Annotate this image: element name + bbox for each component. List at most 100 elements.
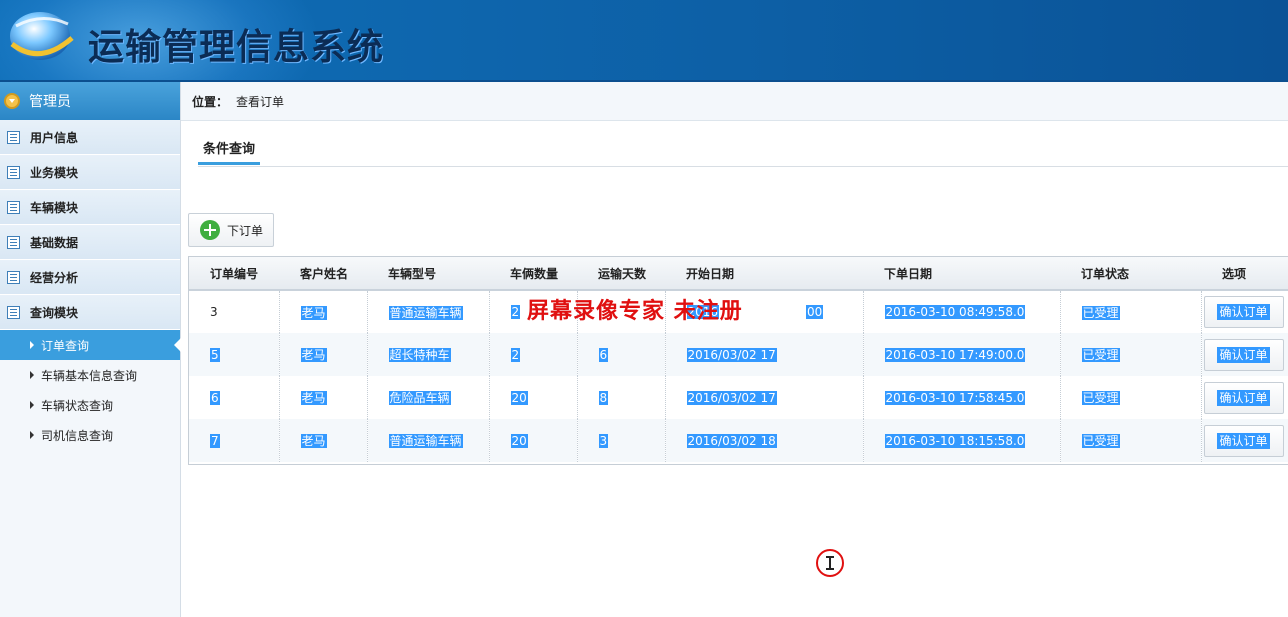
cell-customer: 老马 [279, 419, 368, 462]
sidebar-item-analysis[interactable]: 经营分析 [0, 260, 180, 295]
caret-right-icon [30, 371, 34, 379]
list-icon [7, 305, 20, 319]
caret-right-icon [30, 341, 34, 349]
column-header[interactable]: 订单编号 [189, 257, 279, 291]
cell-text: 2 [510, 347, 521, 362]
cell-text: 已受理 [1081, 391, 1120, 405]
cell-order-id: 6 [189, 376, 280, 419]
cell-text: 8 [598, 390, 609, 405]
user-role-label: 管理员 [29, 94, 71, 110]
sidebar-item-business[interactable]: 业务模块 [0, 155, 180, 190]
button-label: 确认订单 [1217, 346, 1270, 363]
tab-condition-query[interactable]: 条件查询 [198, 132, 260, 165]
breadcrumb: 位置： 查看订单 [181, 82, 1288, 121]
column-header[interactable]: 车辆型号 [367, 257, 489, 291]
cell-status: 已受理 [1060, 333, 1202, 376]
cell-text: 老马 [300, 434, 327, 448]
column-header[interactable]: 客户姓名 [279, 257, 367, 291]
breadcrumb-label: 位置： [192, 94, 229, 109]
caret-right-icon [30, 401, 34, 409]
cell-start-date: 2016/03/02 17 [665, 376, 864, 419]
cell-text: 普通运输车辆 [388, 305, 463, 320]
confirm-order-button[interactable]: 确认订单 [1203, 296, 1284, 328]
table-row[interactable]: 7 老马 普通运输车辆 20 3 2016/03/02 18 2016-03-1… [189, 419, 1288, 462]
cell-days: 3 [577, 419, 666, 462]
cell-action: 确认订单 [1201, 333, 1288, 376]
column-header[interactable]: 开始日期 [665, 257, 863, 291]
cell-text: 老马 [300, 305, 327, 320]
cell-text: 20 [510, 390, 528, 405]
sidebar-item-query[interactable]: 查询模块 [0, 295, 180, 330]
list-icon [7, 235, 20, 249]
cursor-highlight [816, 549, 844, 577]
cell-action: 确认订单 [1201, 419, 1288, 462]
breadcrumb-current: 查看订单 [236, 94, 285, 109]
column-header[interactable]: 下单日期 [863, 257, 1060, 291]
cell-text: 2 [510, 305, 521, 319]
cell-text: 2016-03-10 18:15:58.0 [884, 433, 1026, 448]
cell-text: 3 [598, 433, 609, 448]
submenu-vehicle-info-query[interactable]: 车辆基本信息查询 [0, 360, 180, 390]
table-row[interactable]: 6 老马 危险品车辆 20 8 2016/03/02 17 2016-03-10… [189, 376, 1288, 419]
sidebar-item-label: 用户信息 [30, 130, 79, 145]
cell-text: 20 [510, 433, 528, 448]
submenu-label: 订单查询 [41, 338, 90, 353]
cell-order-id: 7 [189, 419, 280, 462]
column-header[interactable]: 订单状态 [1060, 257, 1201, 291]
sidebar-item-base-data[interactable]: 基础数据 [0, 225, 180, 260]
cell-text: 危险品车辆 [388, 391, 451, 405]
new-order-label: 下订单 [227, 223, 264, 238]
submenu-label: 车辆状态查询 [41, 398, 114, 413]
cell-start-date: 2016/03/02 18 [665, 419, 864, 462]
app-header: 运输管理信息系统 [0, 0, 1288, 80]
orders-table: 订单编号 客户姓名 车辆型号 车俩数量 运输天数 开始日期 下单日期 订单状态 … [188, 256, 1288, 465]
sidebar-item-label: 业务模块 [30, 165, 79, 180]
sidebar-item-label: 经营分析 [30, 270, 79, 285]
user-role-bar[interactable]: 管理员 [0, 82, 180, 120]
cell-text: 2016/03/02 17 [686, 390, 777, 405]
recorder-watermark: 屏幕录像专家 未注册 [527, 298, 743, 324]
cell-text: 3 [210, 305, 218, 319]
submenu-vehicle-status-query[interactable]: 车辆状态查询 [0, 390, 180, 420]
sidebar-item-user-info[interactable]: 用户信息 [0, 120, 180, 155]
column-header[interactable]: 运输天数 [577, 257, 665, 291]
confirm-order-button[interactable]: 确认订单 [1203, 381, 1284, 414]
cell-action: 确认订单 [1201, 290, 1288, 333]
table-row[interactable]: 5 老马 超长特种车 2 6 2016/03/02 17 2016-03-10 … [189, 333, 1288, 376]
column-header[interactable]: 车俩数量 [489, 257, 577, 291]
cell-status: 已受理 [1060, 376, 1202, 419]
table-header-row: 订单编号 客户姓名 车辆型号 车俩数量 运输天数 开始日期 下单日期 订单状态 … [189, 257, 1288, 291]
cell-order-id: 5 [189, 333, 280, 376]
cell-quantity: 20 [489, 419, 578, 462]
cell-text: 老马 [300, 391, 327, 405]
sidebar-item-label: 车辆模块 [30, 200, 79, 215]
submenu-driver-info-query[interactable]: 司机信息查询 [0, 420, 180, 450]
confirm-order-button[interactable]: 确认订单 [1203, 338, 1284, 371]
button-label: 确认订单 [1217, 432, 1270, 449]
cell-text: 2016-03-10 08:49:58.0 [884, 305, 1026, 319]
sidebar-item-label: 基础数据 [30, 235, 79, 250]
cell-text: 7 [210, 433, 220, 448]
caret-right-icon [30, 431, 34, 439]
cell-text: 超长特种车 [388, 348, 451, 362]
tab-bar: 条件查询 [198, 132, 1288, 167]
cell-text: 6 [210, 390, 220, 405]
cell-model: 危险品车辆 [367, 376, 490, 419]
submenu-order-query[interactable]: 订单查询 [0, 330, 181, 360]
cell-order-date: 2016-03-10 18:15:58.0 [863, 419, 1061, 462]
app-title: 运输管理信息系统 [88, 26, 385, 68]
new-order-button[interactable]: 下订单 [188, 213, 274, 247]
cell-text: 已受理 [1081, 348, 1120, 362]
cell-order-date: 2016-03-10 17:58:45.0 [863, 376, 1061, 419]
submenu-label: 司机信息查询 [41, 428, 114, 443]
text-cursor-icon [826, 556, 834, 570]
sidebar-item-label: 查询模块 [30, 305, 79, 320]
list-icon [7, 200, 20, 214]
cell-text: 2016/03/02 17 [686, 347, 777, 362]
submenu-label: 车辆基本信息查询 [41, 368, 138, 383]
confirm-order-button[interactable]: 确认订单 [1203, 424, 1284, 457]
column-header[interactable]: 选项 [1201, 257, 1288, 291]
cell-text: 已受理 [1081, 305, 1120, 320]
sidebar-item-vehicles[interactable]: 车辆模块 [0, 190, 180, 225]
cell-text: 2016-03-10 17:58:45.0 [884, 390, 1026, 405]
